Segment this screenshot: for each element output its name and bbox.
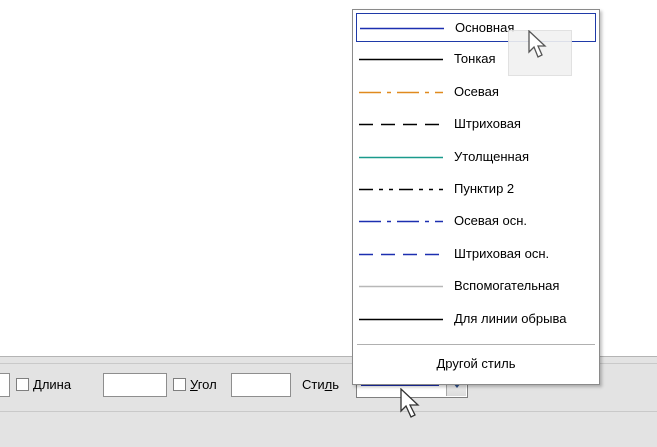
line-style-label: Тонкая — [454, 51, 496, 67]
line-sample-icon — [359, 253, 443, 256]
line-style-option[interactable]: Утолщенная — [356, 143, 596, 172]
line-style-option[interactable]: Осевая — [356, 78, 596, 107]
line-style-label: Штриховая — [454, 116, 521, 132]
line-style-option[interactable]: Штриховая осн. — [356, 240, 596, 269]
line-sample-icon — [359, 220, 443, 223]
line-style-option[interactable]: Штриховая — [356, 110, 596, 139]
line-style-label: Штриховая осн. — [454, 245, 550, 261]
line-sample-icon — [359, 123, 443, 126]
previous-field[interactable] — [0, 373, 10, 397]
line-sample-icon — [359, 58, 443, 61]
line-sample-icon — [359, 318, 443, 321]
line-style-label: Основная — [455, 20, 515, 35]
angle-label: Угол — [190, 377, 217, 392]
line-sample-icon — [360, 27, 444, 30]
line-style-option[interactable]: Осевая осн. — [356, 207, 596, 236]
line-style-label: Для линии обрыва — [454, 310, 567, 326]
line-sample-icon — [359, 91, 443, 94]
line-sample-icon — [359, 156, 443, 159]
line-style-label: Осевая — [454, 83, 499, 99]
line-sample-icon — [359, 188, 443, 191]
dropdown-separator — [357, 344, 595, 345]
line-style-option[interactable]: Для линии обрыва — [356, 305, 596, 334]
style-label: Стиль — [302, 377, 339, 392]
other-style-option[interactable]: Другой стиль — [353, 356, 599, 372]
length-checkbox[interactable] — [16, 378, 29, 391]
line-style-option[interactable]: Пунктир 2 — [356, 175, 596, 204]
line-style-label: Вспомогательная — [454, 278, 560, 294]
length-input[interactable] — [103, 373, 167, 397]
mouse-pointer-icon — [400, 388, 420, 418]
arrow-cursor-icon — [528, 30, 547, 58]
toolbar-divider-bottom — [0, 411, 657, 412]
length-label: Длина — [33, 377, 72, 392]
line-sample-icon — [359, 285, 443, 288]
line-style-label: Утолщенная — [454, 148, 530, 164]
line-style-label: Осевая осн. — [454, 213, 528, 229]
line-style-label: Пунктир 2 — [454, 181, 515, 196]
angle-checkbox[interactable] — [173, 378, 186, 391]
angle-input[interactable] — [231, 373, 291, 397]
line-style-option[interactable]: Вспомогательная — [356, 272, 596, 301]
